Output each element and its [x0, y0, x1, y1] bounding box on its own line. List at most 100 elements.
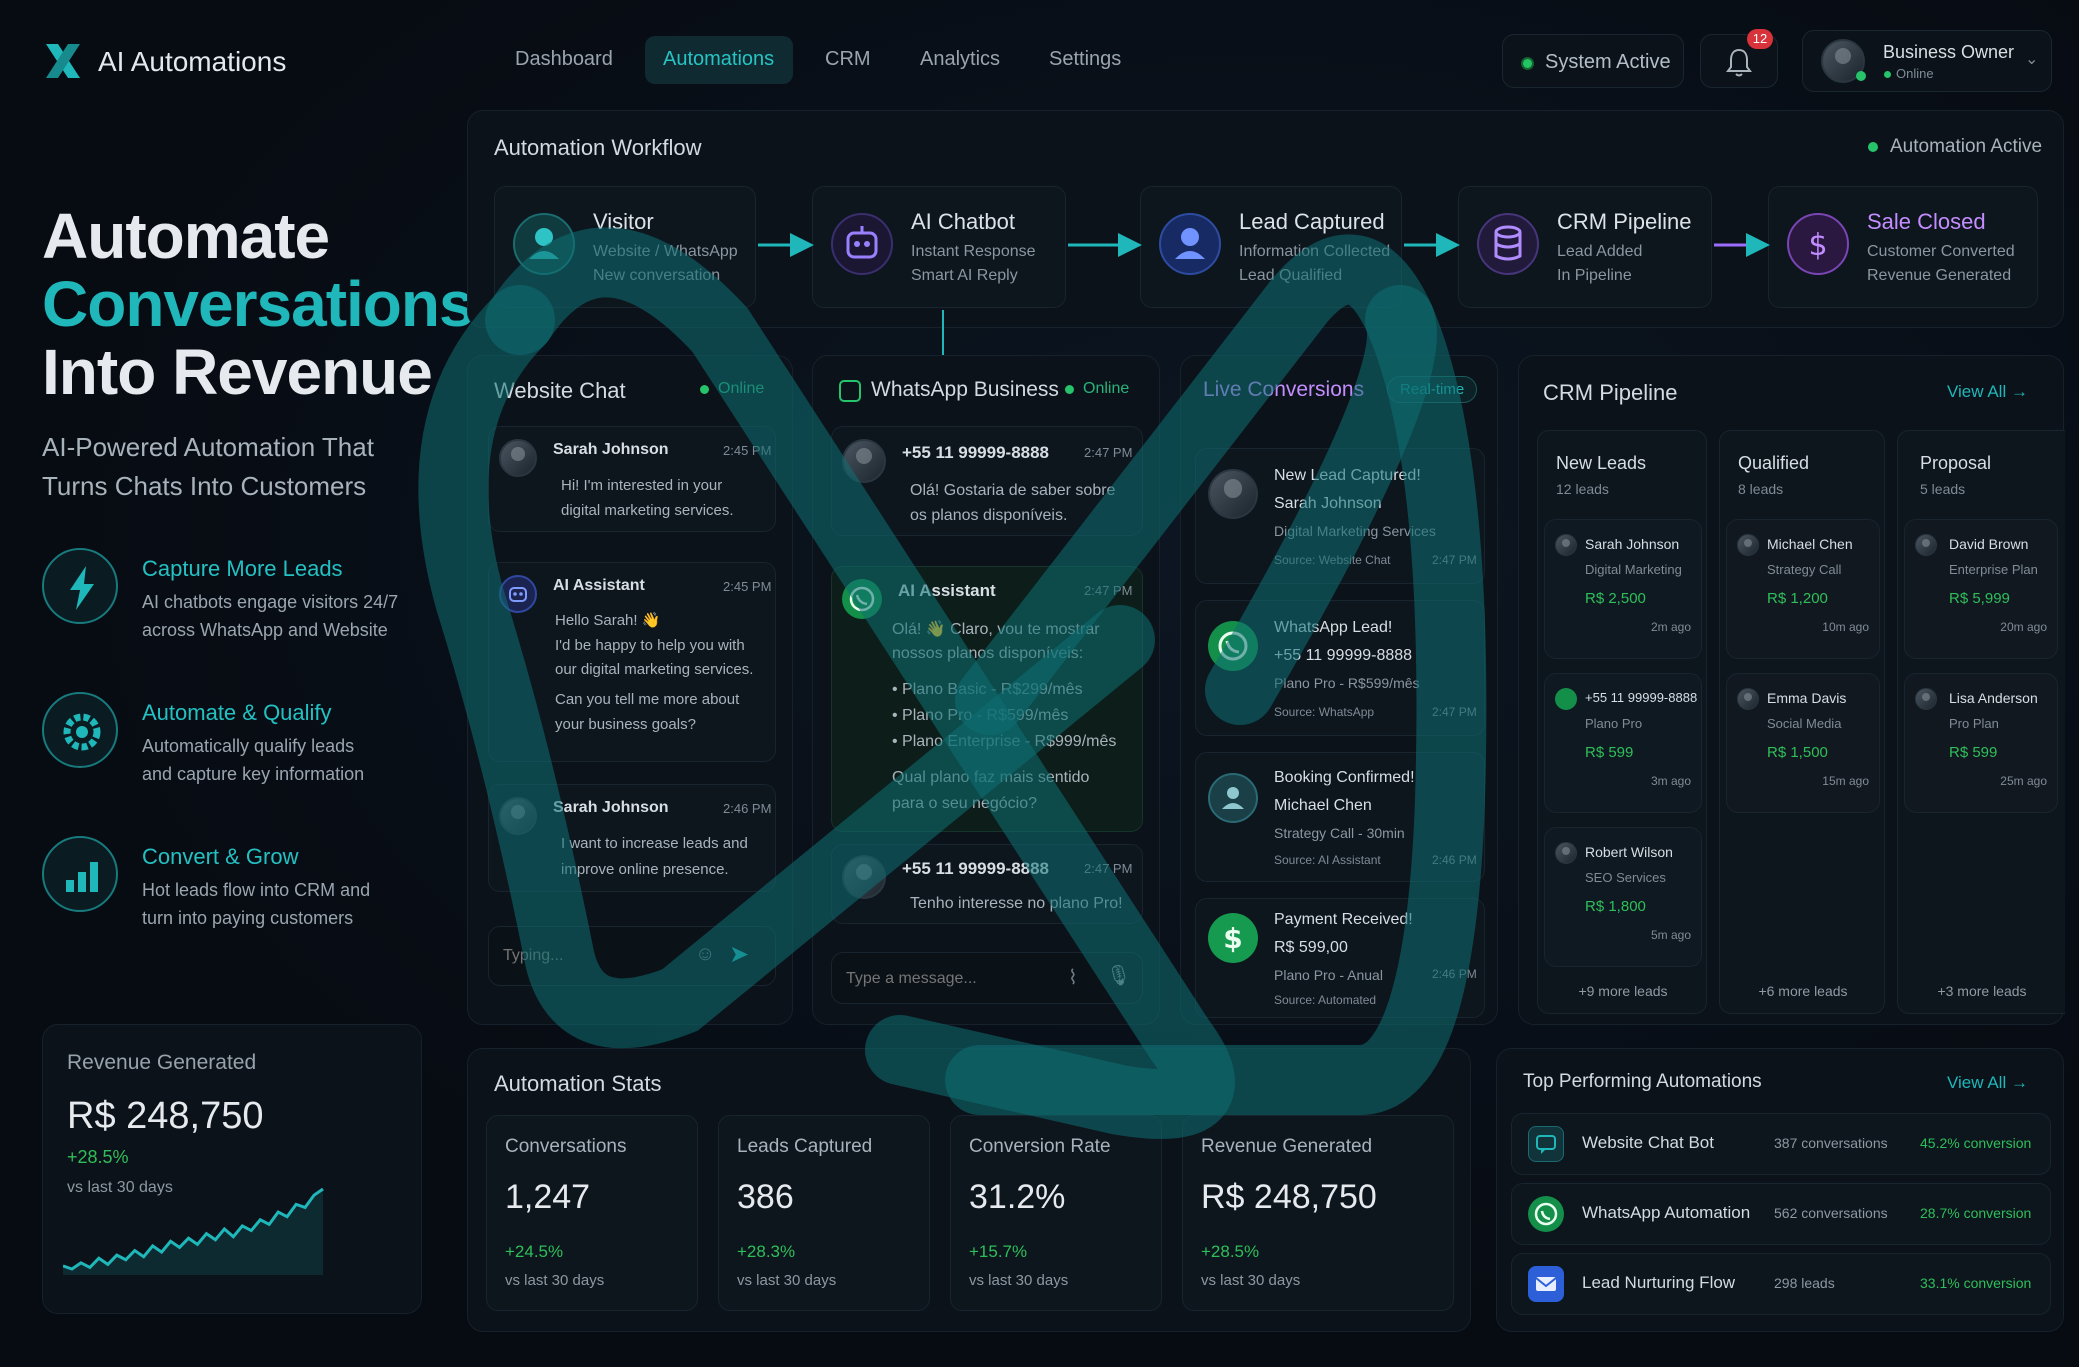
message-line: • Plano Enterprise - R$999/mês	[892, 733, 1117, 750]
message-line: digital marketing services.	[561, 502, 734, 519]
dollar-icon: $	[1208, 913, 1258, 963]
stat-label: Conversations	[505, 1136, 627, 1157]
automation-count: 298 leads	[1774, 1275, 1835, 1291]
live-conversions-panel: Live Conversions Real-time New Lead Capt…	[1180, 355, 1498, 1025]
message-author: Sarah Johnson	[553, 441, 669, 458]
lead-avatar	[1737, 534, 1759, 556]
crm-view-all[interactable]: View All →	[1947, 382, 2028, 402]
automation-name: Website Chat Bot	[1582, 1133, 1714, 1152]
crm-lead-card[interactable]: David Brown Enterprise Plan R$ 5,999 20m…	[1904, 519, 2058, 659]
crm-view-all-label[interactable]: View All	[1947, 382, 2006, 401]
arrow-right-icon: →	[2010, 382, 2028, 401]
sarah-avatar	[499, 797, 537, 835]
column-title: New Leads	[1556, 453, 1647, 473]
lead-name: +55 11 99999-8888	[1585, 690, 1698, 705]
hero-subtitle-1: AI-Powered Automation That	[42, 432, 374, 462]
feature-convert-grow: Convert & Grow Hot leads flow into CRM a…	[42, 836, 422, 936]
lead-avatar	[1737, 688, 1759, 710]
whatsapp-icon	[1528, 1196, 1564, 1232]
message-line: your business goals?	[555, 716, 696, 733]
lead-ago: 10m ago	[1822, 620, 1869, 634]
website-chat-input[interactable]: ☺ ➤	[488, 926, 776, 986]
stat-change: +28.5%	[1201, 1242, 1260, 1261]
message-line: Hi! I'm interested in your	[561, 477, 723, 494]
crm-lead-card[interactable]: Sarah Johnson Digital Marketing R$ 2,500…	[1544, 519, 1702, 659]
message-time: 2:47 PM	[1084, 445, 1133, 460]
top-automation-row[interactable]: Lead Nurturing Flow 298 leads 33.1% conv…	[1511, 1253, 2051, 1315]
crm-lead-card[interactable]: +55 11 99999-8888 Plano Pro R$ 599 3m ag…	[1544, 673, 1702, 813]
feature-desc-1: AI chatbots engage visitors 24/7	[142, 592, 399, 612]
website-chat-title: Website Chat	[494, 378, 626, 403]
live-item[interactable]: WhatsApp Lead! +55 11 99999-8888 Plano P…	[1195, 600, 1485, 736]
automation-rate: 33.1% conversion	[1920, 1275, 2032, 1291]
message-line: Can you tell me more about	[555, 691, 740, 708]
automation-stats-panel: Automation Stats Conversations 1,247 +24…	[467, 1048, 1471, 1332]
whatsapp-input[interactable]: ⌇ 🎙	[831, 952, 1143, 1004]
revenue-change: +28.5%	[67, 1147, 129, 1167]
whatsapp-icon	[1555, 688, 1577, 710]
crm-column-proposal: Proposal 5 leads David Brown Enterprise …	[1897, 430, 2065, 1014]
whatsapp-status: Online	[1083, 380, 1130, 397]
message-line: Hello Sarah! 👋	[555, 612, 661, 629]
stat-period: vs last 30 days	[505, 1272, 605, 1289]
top-view-all[interactable]: View All →	[1947, 1073, 2028, 1093]
message-line: Tenho interesse no plano Pro!	[910, 895, 1123, 912]
crm-lead-card[interactable]: Emma Davis Social Media R$ 1,500 15m ago	[1726, 673, 1880, 813]
column-count: 8 leads	[1738, 481, 1784, 497]
top-automation-row[interactable]: WhatsApp Automation 562 conversations 28…	[1511, 1183, 2051, 1245]
send-icon[interactable]: ➤	[729, 940, 749, 969]
top-view-all-label[interactable]: View All	[1947, 1073, 2006, 1092]
live-item-detail: Digital Marketing Services	[1274, 523, 1436, 539]
lead-avatar	[1915, 688, 1937, 710]
feature-desc-1: Automatically qualify leads	[142, 736, 355, 756]
lead-sub: Plano Pro	[1585, 716, 1643, 731]
crm-lead-card[interactable]: Michael Chen Strategy Call R$ 1,200 10m …	[1726, 519, 1880, 659]
whatsapp-text-input[interactable]	[846, 965, 1046, 993]
message-time: 2:45 PM	[723, 579, 772, 594]
live-item-title: Payment Received!	[1274, 911, 1413, 928]
live-item[interactable]: $ Payment Received! R$ 599,00 Plano Pro …	[1195, 898, 1485, 1018]
more-leads-link[interactable]: +6 more leads	[1720, 983, 1886, 999]
website-chat-panel: Website Chat Online Sarah Johnson 2:45 P…	[467, 355, 793, 1025]
lead-sub: Social Media	[1767, 716, 1842, 731]
automation-name: WhatsApp Automation	[1582, 1203, 1751, 1222]
attachment-icon[interactable]: ⌇	[1068, 965, 1078, 990]
chat-message: AI Assistant 2:45 PM Hello Sarah! 👋 I'd …	[488, 562, 776, 762]
live-item-name: +55 11 99999-8888	[1274, 647, 1413, 664]
stat-change: +28.3%	[737, 1242, 796, 1261]
microphone-icon[interactable]: 🎙	[1106, 963, 1131, 988]
more-leads-link[interactable]: +9 more leads	[1538, 983, 1708, 999]
feature-desc-2: and capture key information	[142, 764, 365, 784]
feature-desc-2: across WhatsApp and Website	[142, 620, 388, 640]
hero-subtitle-2: Turns Chats Into Customers	[42, 471, 367, 501]
more-leads-link[interactable]: +3 more leads	[1898, 983, 2066, 999]
emoji-icon[interactable]: ☺	[695, 943, 715, 966]
workflow-connectors	[758, 233, 1770, 356]
live-item-name: Sarah Johnson	[1274, 495, 1382, 512]
feature-title: Convert & Grow	[142, 844, 299, 869]
crm-lead-card[interactable]: Lisa Anderson Pro Plan R$ 599 25m ago	[1904, 673, 2058, 813]
message-line: • Plano Pro - R$599/mês	[892, 707, 1069, 724]
automation-count: 387 conversations	[1774, 1135, 1888, 1151]
lead-name: Michael Chen	[1767, 536, 1853, 552]
column-title: Qualified	[1738, 453, 1810, 473]
crm-lead-card[interactable]: Robert Wilson SEO Services R$ 1,800 5m a…	[1544, 827, 1702, 967]
contact-avatar	[842, 855, 886, 899]
website-chat-text-input[interactable]	[503, 941, 683, 971]
message-line: para o seu negócio?	[892, 795, 1037, 812]
feature-automate-qualify: Automate & Qualify Automatically qualify…	[42, 692, 422, 792]
lead-ago: 2m ago	[1650, 620, 1691, 634]
message-line: I want to increase leads and	[561, 835, 748, 852]
stat-label: Leads Captured	[737, 1136, 873, 1157]
live-item[interactable]: Booking Confirmed! Michael Chen Strategy…	[1195, 752, 1485, 882]
website-chat-status: Online	[718, 380, 765, 397]
sarah-avatar	[499, 439, 537, 477]
feature-capture-leads: Capture More Leads AI chatbots engage vi…	[42, 548, 422, 648]
lead-name: Emma Davis	[1767, 690, 1847, 706]
top-automation-row[interactable]: Website Chat Bot 387 conversations 45.2%…	[1511, 1113, 2051, 1175]
wa-message: AI Assistant 2:47 PM Olá! 👋 Claro, vou t…	[831, 566, 1143, 832]
stat-change: +15.7%	[969, 1242, 1028, 1261]
live-item[interactable]: New Lead Captured! Sarah Johnson Digital…	[1195, 448, 1485, 584]
live-item-time: 2:46 PM	[1432, 967, 1477, 981]
lightning-icon	[42, 548, 118, 624]
